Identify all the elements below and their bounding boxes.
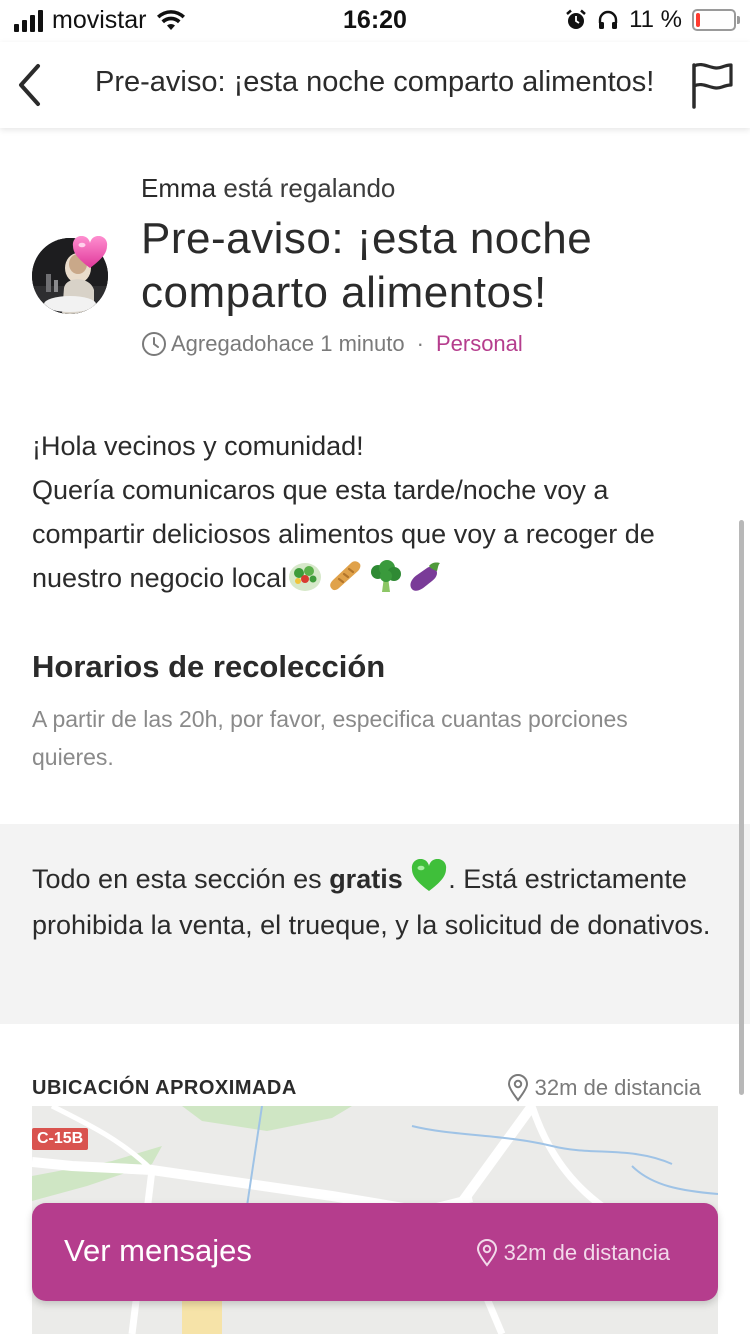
author-line: Emma está regalando [141, 173, 395, 204]
scrollbar[interactable] [739, 520, 744, 1095]
button-distance: 32m de distancia [476, 1239, 670, 1267]
location-distance: 32m de distancia [507, 1074, 701, 1102]
food-emojis [287, 559, 443, 593]
green-heart-icon [412, 859, 447, 891]
post-meta: Agregado hace 1 minuto · Personal [141, 331, 523, 357]
description-line: Quería comunicaros que esta tarde/noche … [32, 468, 722, 600]
status-bar: movistar 16:20 11 % [0, 0, 750, 42]
post-title: Pre-aviso: ¡esta noche comparto alimento… [141, 214, 593, 317]
battery-level [696, 13, 700, 27]
page-title: Pre-aviso: ¡esta noche comparto alimento… [95, 66, 655, 98]
pickup-text: A partir de las 20h, por favor, especifi… [32, 706, 628, 770]
author-name[interactable]: Emma [141, 173, 216, 203]
eggplant-icon [410, 562, 441, 591]
battery-percent: 11 % [629, 6, 682, 33]
description-line: ¡Hola vecinos y comunidad! [32, 431, 364, 461]
broccoli-icon [371, 560, 402, 592]
notice-text: Todo en esta sección es gratis . Está es… [32, 856, 712, 948]
added-label: Agregado [171, 331, 267, 356]
status-bar-right: 11 % [565, 6, 740, 34]
heart-emoji-icon [72, 236, 108, 268]
salad-icon [289, 563, 322, 591]
post-description: ¡Hola vecinos y comunidad! Quería comuni… [32, 424, 722, 600]
map-pin-icon [476, 1239, 497, 1267]
alarm-icon [566, 9, 586, 29]
headphones-icon [598, 10, 618, 29]
notice-prefix: Todo en esta sección es [32, 864, 330, 894]
map-pin-icon [507, 1074, 528, 1102]
meta-separator: · [416, 331, 424, 356]
location-distance-text: 32m de distancia [534, 1075, 701, 1100]
pickup-heading: Horarios de recolección [32, 649, 386, 684]
report-button[interactable] [688, 60, 736, 110]
author-action: está regalando [223, 173, 396, 203]
free-notice: Todo en esta sección es gratis . Está es… [0, 824, 750, 1024]
button-distance-text: 32m de distancia [503, 1240, 670, 1265]
battery-icon [692, 9, 740, 31]
view-messages-button[interactable]: Ver mensajes 32m de distancia [32, 1203, 718, 1301]
back-button[interactable] [14, 62, 50, 108]
nav-header: Pre-aviso: ¡esta noche comparto alimento… [0, 42, 750, 128]
view-messages-label: Ver mensajes [64, 1233, 252, 1268]
notice-bold: gratis [329, 864, 403, 894]
baguette-icon [330, 561, 361, 591]
added-time: hace 1 minuto [266, 331, 405, 356]
clock-icon [142, 332, 166, 356]
chevron-left-icon [19, 64, 40, 106]
category-link[interactable]: Personal [436, 331, 523, 357]
location-label: UBICACIÓN APROXIMADA [32, 1077, 297, 1099]
flag-icon [692, 63, 733, 109]
road-label: C-15B [32, 1128, 89, 1150]
